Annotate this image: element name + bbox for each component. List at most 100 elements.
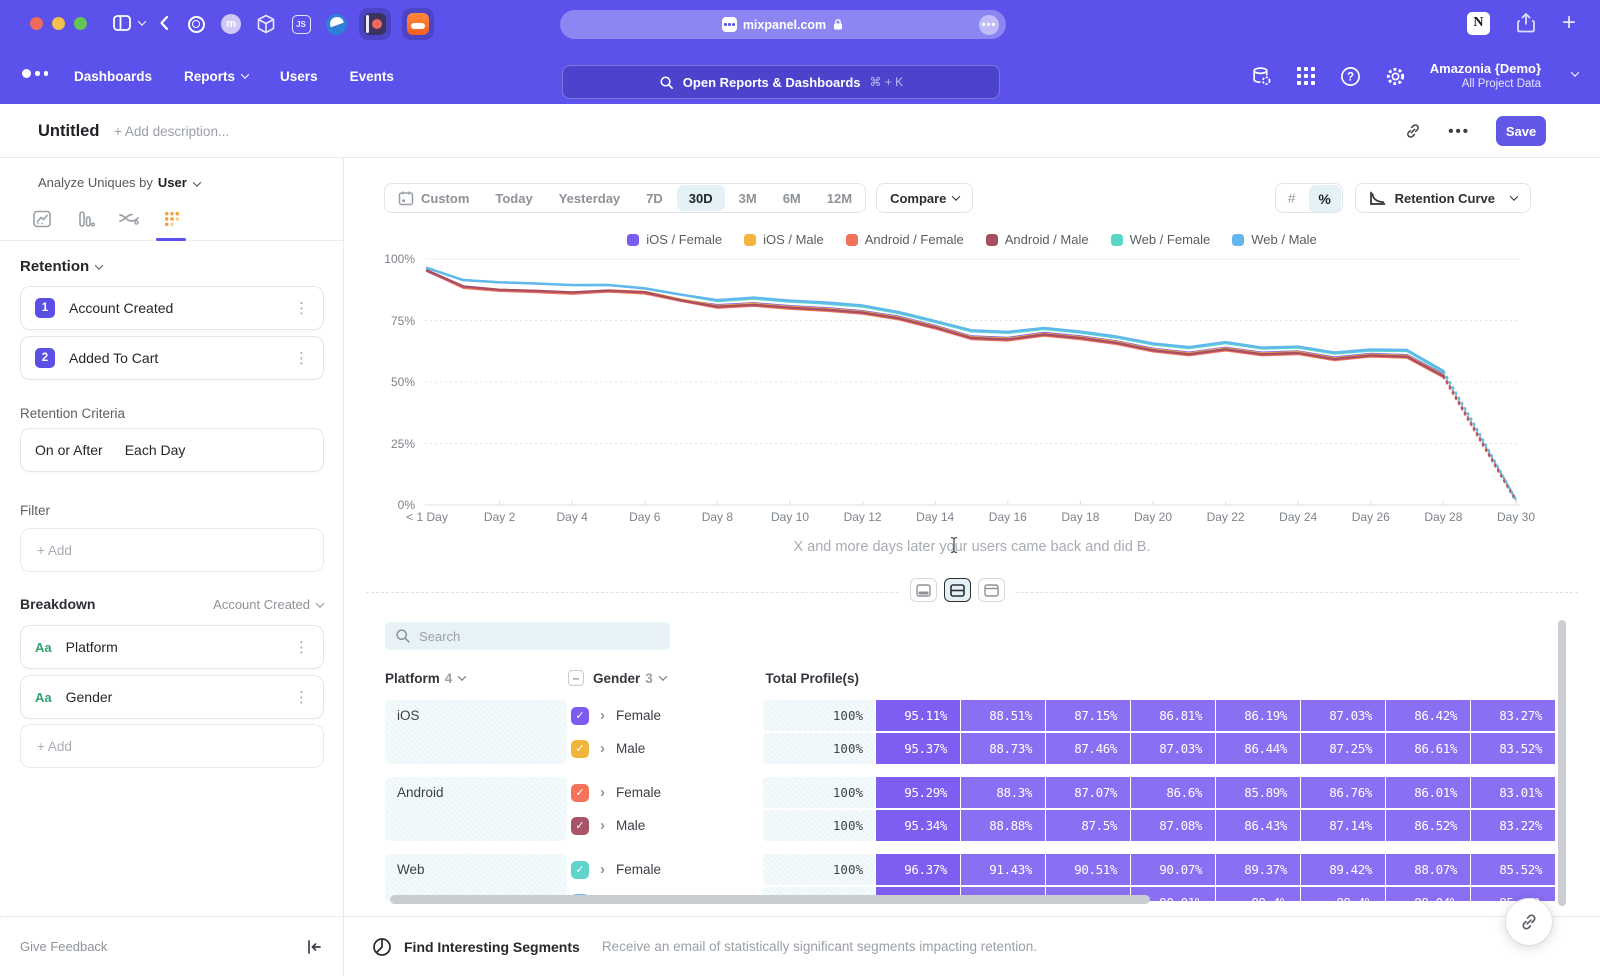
expand-row-icon[interactable]: › (600, 707, 605, 724)
layout-table-only-button[interactable] (978, 578, 1005, 602)
apps-grid-icon[interactable] (1296, 66, 1316, 86)
data-management-icon[interactable] (1251, 66, 1272, 87)
retention-value-cell[interactable]: 85.47% (1471, 887, 1555, 901)
retention-value-cell[interactable]: 87.07% (1046, 777, 1130, 808)
layout-chart-only-button[interactable] (910, 578, 937, 602)
retention-value-cell[interactable]: 91.43% (961, 854, 1045, 885)
retention-value-cell[interactable]: 95.29% (876, 777, 960, 808)
breakdown-platform[interactable]: Aa Platform ⋮ (20, 625, 324, 669)
retention-value-cell[interactable]: 87.25% (1301, 733, 1385, 764)
select-all-checkbox[interactable]: – (568, 670, 584, 686)
tab-retention[interactable] (160, 207, 184, 231)
add-breakdown-button[interactable]: + Add (20, 724, 324, 768)
retention-chart-svg[interactable] (425, 252, 1520, 510)
retention-value-cell[interactable]: 87.08% (1131, 810, 1215, 841)
nav-item-reports[interactable]: Reports (184, 69, 248, 84)
legend-item[interactable]: Android / Female (846, 232, 964, 247)
retention-value-cell[interactable]: 86.44% (1216, 733, 1300, 764)
series-checkbox[interactable]: ✓ (571, 740, 589, 758)
give-feedback-link[interactable]: Give Feedback (20, 939, 107, 954)
table-search[interactable] (385, 622, 670, 650)
mixpanel-logo[interactable] (22, 69, 48, 78)
retention-value-cell[interactable]: 87.15% (1046, 700, 1130, 731)
retention-value-cell[interactable]: 86.61% (1386, 733, 1470, 764)
retention-step-2[interactable]: 2 Added To Cart ⋮ (20, 336, 324, 380)
retention-value-cell[interactable]: 83.27% (1471, 700, 1555, 731)
copy-link-icon[interactable] (1404, 122, 1422, 140)
breakdown-gender[interactable]: Aa Gender ⋮ (20, 675, 324, 719)
retention-value-cell[interactable]: 85.89% (1216, 777, 1300, 808)
layout-split-button[interactable] (944, 578, 971, 602)
retention-value-cell[interactable]: 86.81% (1131, 700, 1215, 731)
swirl-icon[interactable] (324, 12, 348, 36)
series-checkbox[interactable]: ✓ (571, 817, 589, 835)
unit-count-button[interactable]: # (1276, 184, 1308, 212)
range-3m[interactable]: 3M (726, 183, 770, 213)
legend-item[interactable]: Android / Male (986, 232, 1089, 247)
back-button[interactable] (156, 12, 174, 34)
retention-value-cell[interactable]: 90.07% (1131, 854, 1215, 885)
view-selector-button[interactable]: Retention Curve (1355, 183, 1531, 213)
expand-row-icon[interactable]: › (600, 740, 605, 757)
gender-cell[interactable]: ✓›Female (568, 777, 762, 808)
gender-cell[interactable]: ✓›Female (568, 700, 762, 731)
range-30d[interactable]: 30D (677, 185, 725, 211)
retention-value-cell[interactable]: 89.37% (1216, 854, 1300, 885)
retention-value-cell[interactable]: 86.6% (1131, 777, 1215, 808)
gender-cell[interactable]: ✓›Male (568, 733, 762, 764)
cube-icon[interactable] (254, 12, 278, 36)
url-bar[interactable]: mixpanel.com ••• (560, 10, 1006, 39)
help-icon[interactable]: ? (1340, 66, 1361, 87)
retention-value-cell[interactable]: 89.42% (1301, 854, 1385, 885)
new-tab-button[interactable]: + (1562, 13, 1576, 33)
share-link-fab[interactable] (1506, 899, 1552, 945)
soundcloud-icon[interactable] (402, 8, 434, 40)
legend-item[interactable]: iOS / Male (744, 232, 824, 247)
tab-funnels[interactable] (74, 207, 98, 231)
retention-value-cell[interactable]: 87.14% (1301, 810, 1385, 841)
breakdown-scope-selector[interactable]: Account Created (213, 597, 323, 612)
segments-title[interactable]: Find Interesting Segments (404, 939, 580, 955)
retention-value-cell[interactable]: 89.4% (1216, 887, 1300, 901)
column-total-profiles[interactable]: Total Profile(s) (763, 671, 875, 686)
gender-cell[interactable]: ✓›Male (568, 810, 762, 841)
retention-value-cell[interactable]: 87.03% (1301, 700, 1385, 731)
retention-value-cell[interactable]: 88.73% (961, 733, 1045, 764)
retention-value-cell[interactable]: 88.04% (1386, 887, 1470, 901)
expand-row-icon[interactable]: › (600, 861, 605, 878)
unit-percent-button[interactable]: % (1309, 185, 1341, 213)
retention-value-cell[interactable]: 87.03% (1131, 733, 1215, 764)
kebab-menu-icon[interactable]: ⋮ (294, 640, 309, 655)
legend-item[interactable]: Web / Male (1232, 232, 1317, 247)
add-filter-button[interactable]: + Add (20, 528, 324, 572)
range-12m[interactable]: 12M (814, 183, 865, 213)
gender-cell[interactable]: ✓›Female (568, 854, 762, 885)
tab-insights[interactable] (30, 207, 54, 231)
legend-item[interactable]: iOS / Female (627, 232, 722, 247)
vertical-scrollbar[interactable] (1558, 620, 1566, 906)
settings-gear-icon[interactable] (1385, 66, 1406, 87)
kebab-menu-icon[interactable]: ⋮ (294, 690, 309, 705)
retention-value-cell[interactable]: 90.51% (1046, 854, 1130, 885)
url-options-button[interactable]: ••• (979, 15, 999, 35)
retention-criteria-control[interactable]: On or After Each Day (20, 428, 324, 472)
expand-row-icon[interactable]: › (600, 784, 605, 801)
save-button[interactable]: Save (1496, 116, 1546, 146)
retention-value-cell[interactable]: 83.01% (1471, 777, 1555, 808)
range-7d[interactable]: 7D (633, 183, 676, 213)
add-description[interactable]: + Add description... (114, 124, 229, 139)
collapse-sidebar-icon[interactable] (305, 938, 323, 956)
retention-value-cell[interactable]: 86.19% (1216, 700, 1300, 731)
expand-row-icon[interactable]: › (600, 817, 605, 834)
analyze-entity-selector[interactable]: User (158, 175, 187, 190)
table-search-input[interactable] (385, 622, 670, 650)
criteria-interval[interactable]: Each Day (125, 442, 186, 458)
tab-flows[interactable] (117, 207, 141, 231)
nav-item-events[interactable]: Events (350, 69, 394, 84)
kebab-menu-icon[interactable]: ⋮ (294, 351, 309, 366)
share-icon[interactable] (1516, 11, 1536, 35)
retention-value-cell[interactable]: 96.37% (876, 854, 960, 885)
kebab-menu-icon[interactable]: ⋮ (294, 301, 309, 316)
retention-value-cell[interactable]: 83.52% (1471, 733, 1555, 764)
pomodoro-icon[interactable] (359, 8, 391, 40)
